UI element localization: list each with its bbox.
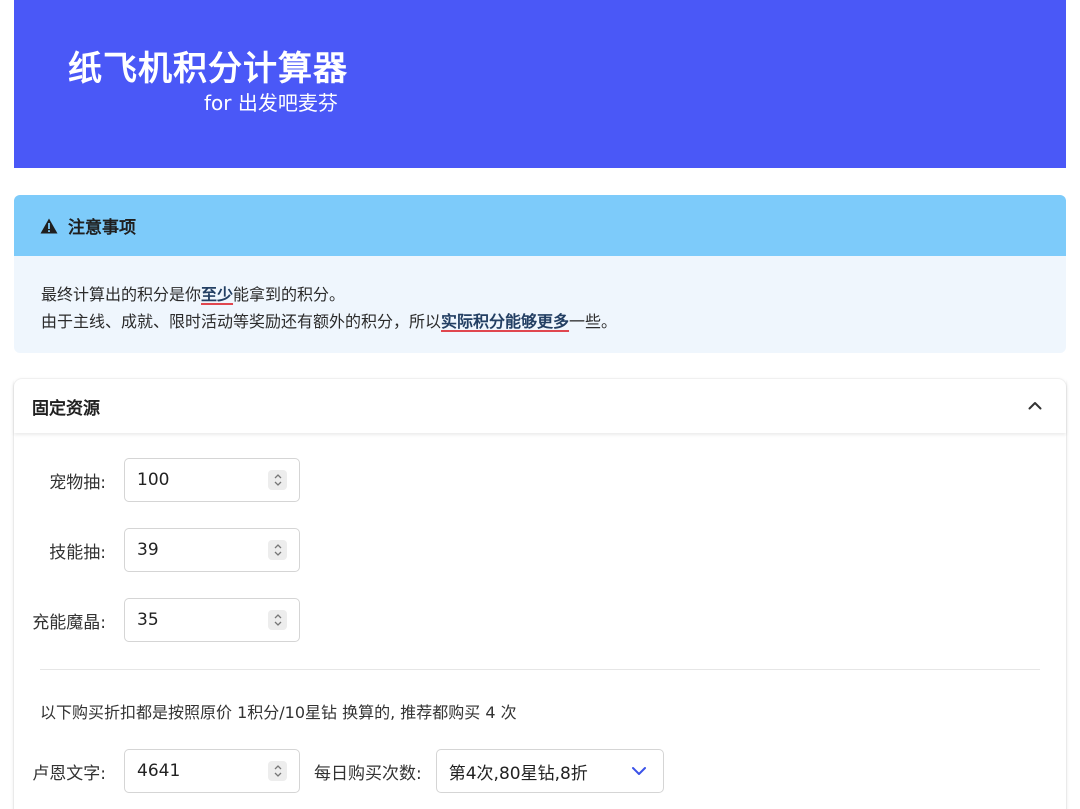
- select-value: 第4次,80星钻,8折: [448, 763, 588, 784]
- field-label: 充能魔晶:: [32, 612, 106, 633]
- daily-purchase-select[interactable]: 第4次,80星钻,8折: [435, 749, 664, 793]
- notice-text: 一些。: [569, 312, 618, 331]
- card-header[interactable]: 固定资源: [14, 379, 1066, 433]
- pet-draw-input[interactable]: 100: [124, 458, 300, 502]
- page-title: 纸飞机积分计算器: [68, 49, 348, 89]
- notice-emphasis: 实际积分能够更多: [441, 312, 570, 331]
- input-value: 4641: [137, 761, 181, 781]
- page-subtitle: for 出发吧麦芬: [204, 91, 338, 115]
- input-value: 100: [137, 470, 170, 490]
- stepper-icon[interactable]: [268, 470, 287, 490]
- notice-text: 由于主线、成就、限时活动等奖励还有额外的积分，所以: [41, 312, 442, 331]
- stepper-icon[interactable]: [268, 610, 287, 630]
- warning-icon: [40, 218, 58, 233]
- notice-emphasis: 至少: [201, 285, 234, 304]
- notice-body: 最终计算出的积分是你至少能拿到的积分。 由于主线、成就、限时活动等奖励还有额外的…: [14, 256, 1066, 335]
- field-row-energy-crystal: 充能魔晶: 35: [14, 598, 300, 642]
- rune-input[interactable]: 4641: [124, 749, 300, 793]
- stepper-icon[interactable]: [268, 761, 287, 781]
- notice-panel: 注意事项 最终计算出的积分是你至少能拿到的积分。 由于主线、成就、限时活动等奖励…: [14, 195, 1066, 353]
- chevron-down-icon: [631, 767, 646, 775]
- energy-crystal-input[interactable]: 35: [124, 598, 300, 642]
- field-label: 技能抽:: [49, 542, 106, 563]
- card-title: 固定资源: [32, 398, 100, 419]
- field-row-pet-draw: 宠物抽: 100: [14, 458, 300, 502]
- hero-banner: 纸飞机积分计算器 for 出发吧麦芬: [14, 0, 1066, 168]
- input-value: 35: [137, 610, 159, 630]
- notice-line-1: 最终计算出的积分是你至少能拿到的积分。: [41, 281, 1039, 308]
- divider: [40, 669, 1040, 670]
- field-row-rune: 卢恩文字: 4641 每日购买次数: 第4次,80星钻,8折: [14, 749, 664, 793]
- skill-draw-input[interactable]: 39: [124, 528, 300, 572]
- notice-text: 最终计算出的积分是你: [41, 285, 202, 304]
- stepper-icon[interactable]: [268, 540, 287, 560]
- field-label: 宠物抽:: [49, 472, 106, 493]
- chevron-up-icon[interactable]: [1026, 397, 1044, 415]
- field-label: 卢恩文字:: [32, 763, 106, 784]
- fixed-resources-card: 固定资源 宠物抽: 100 技能抽: 39 充能魔晶: 35 以下购买折扣都是按…: [14, 379, 1066, 809]
- notice-header: 注意事项: [14, 195, 1066, 256]
- field-row-skill-draw: 技能抽: 39: [14, 528, 300, 572]
- input-value: 39: [137, 540, 159, 560]
- notice-line-2: 由于主线、成就、限时活动等奖励还有额外的积分，所以实际积分能够更多一些。: [41, 308, 1039, 335]
- discount-info: 以下购买折扣都是按照原价 1积分/10星钻 换算的, 推荐都购买 4 次: [40, 703, 517, 722]
- notice-title: 注意事项: [68, 218, 136, 238]
- daily-purchase-label: 每日购买次数:: [314, 763, 422, 784]
- notice-text: 能拿到的积分。: [233, 285, 346, 304]
